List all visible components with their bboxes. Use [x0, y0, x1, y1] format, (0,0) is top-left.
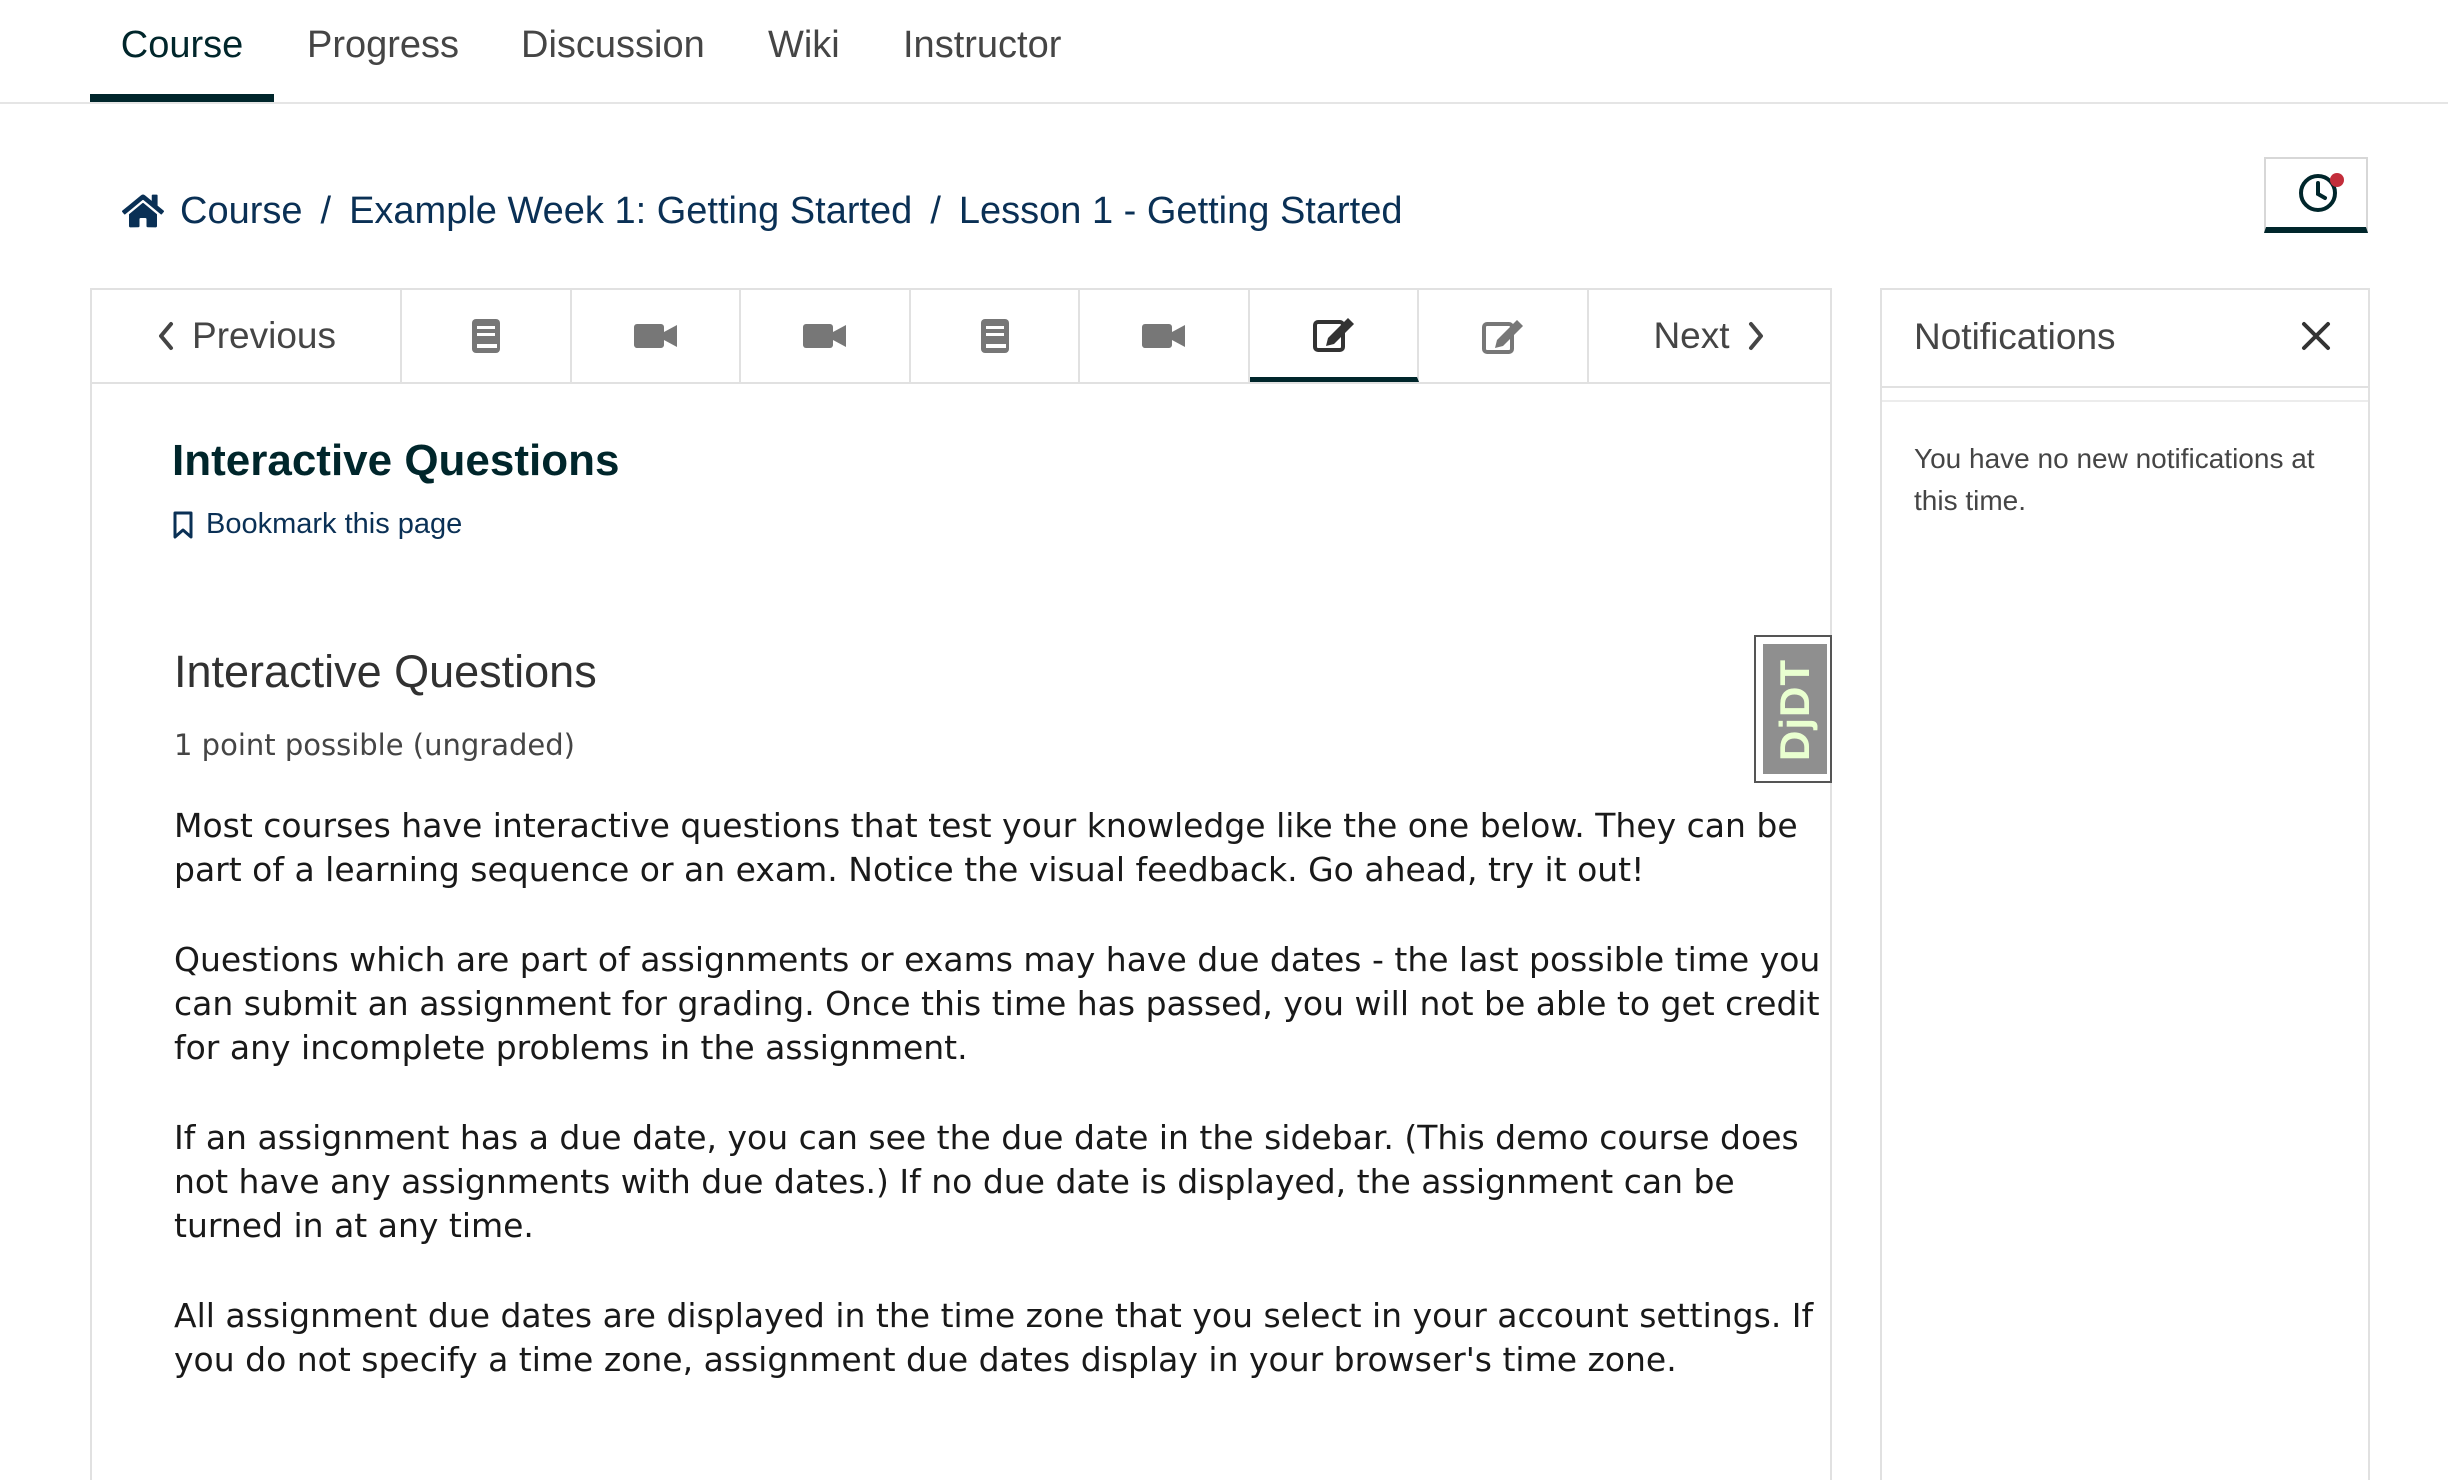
breadcrumb-separator: / [320, 189, 332, 232]
breadcrumb-section[interactable]: Example Week 1: Getting Started [349, 190, 912, 233]
tab-instructor[interactable]: Instructor [903, 24, 1061, 102]
notifications-sidebar: Notifications You have no new notificati… [1880, 288, 2370, 1480]
bookmark-button[interactable]: Bookmark this page [172, 508, 462, 541]
breadcrumb-separator: / [930, 189, 941, 232]
sequence-unit-6[interactable] [1250, 290, 1419, 382]
notification-tray-toggle[interactable] [2264, 157, 2368, 233]
sequence-navigation: Previous Next [92, 290, 1830, 384]
problem-paragraph: If an assignment has a due date, you can… [174, 1118, 1799, 1245]
notifications-title: Notifications [1914, 316, 2116, 357]
book-icon [980, 319, 1009, 353]
sequence-unit-4[interactable] [911, 290, 1080, 382]
previous-button[interactable]: Previous [92, 290, 402, 382]
tab-discussion[interactable]: Discussion [521, 24, 705, 102]
previous-label: Previous [192, 315, 336, 356]
breadcrumb-subsection[interactable]: Lesson 1 - Getting Started [959, 190, 1403, 233]
notifications-empty-message: You have no new notifications at this ti… [1914, 443, 2315, 516]
sequence-unit-5[interactable] [1080, 290, 1250, 382]
video-icon [633, 324, 677, 348]
debug-toolbar-handle[interactable]: DjDT [1754, 635, 1832, 783]
notification-dot [2330, 173, 2344, 187]
debug-toolbar-badge: DjDT [1763, 644, 1827, 774]
sequence-unit-1[interactable] [402, 290, 572, 382]
breadcrumb-course[interactable]: Course [180, 190, 303, 233]
problem-paragraph: All assignment due dates are displayed i… [174, 1296, 1814, 1379]
sequence-unit-2[interactable] [572, 290, 741, 382]
close-icon[interactable] [2294, 314, 2338, 358]
divider [1882, 400, 2368, 402]
bookmark-icon [173, 511, 193, 538]
unit-container: Previous Next Interactive Questions Book… [90, 288, 1832, 1480]
tab-course[interactable]: Course [90, 24, 274, 102]
problem-title: Interactive Questions [174, 646, 597, 697]
course-tabs: Course Progress Discussion Wiki Instruct… [0, 0, 2448, 104]
tab-wiki[interactable]: Wiki [768, 24, 840, 102]
video-icon [803, 324, 846, 348]
book-icon [472, 319, 500, 353]
next-label: Next [1653, 315, 1730, 356]
next-button[interactable]: Next [1589, 290, 1830, 382]
breadcrumb: Course / Example Week 1: Getting Started… [122, 186, 1402, 236]
home-icon[interactable] [122, 192, 164, 230]
tab-progress[interactable]: Progress [307, 24, 459, 102]
edit-icon [1482, 320, 1523, 354]
edit-icon [1312, 317, 1354, 352]
debug-toolbar-label: DjDT [1771, 659, 1818, 761]
sequence-unit-3[interactable] [741, 290, 911, 382]
sequence-unit-7[interactable] [1419, 290, 1589, 382]
chevron-right-icon [1748, 322, 1763, 350]
chevron-left-icon [159, 322, 174, 350]
bookmark-label: Bookmark this page [206, 508, 463, 540]
problem-paragraph: Most courses have interactive questions … [174, 806, 1798, 889]
problem-points: 1 point possible (ungraded) [174, 728, 575, 762]
problem-paragraph: Questions which are part of assignments … [174, 940, 1821, 1067]
notifications-header: Notifications [1882, 290, 2368, 388]
unit-title: Interactive Questions [172, 436, 620, 485]
video-icon [1142, 324, 1185, 348]
